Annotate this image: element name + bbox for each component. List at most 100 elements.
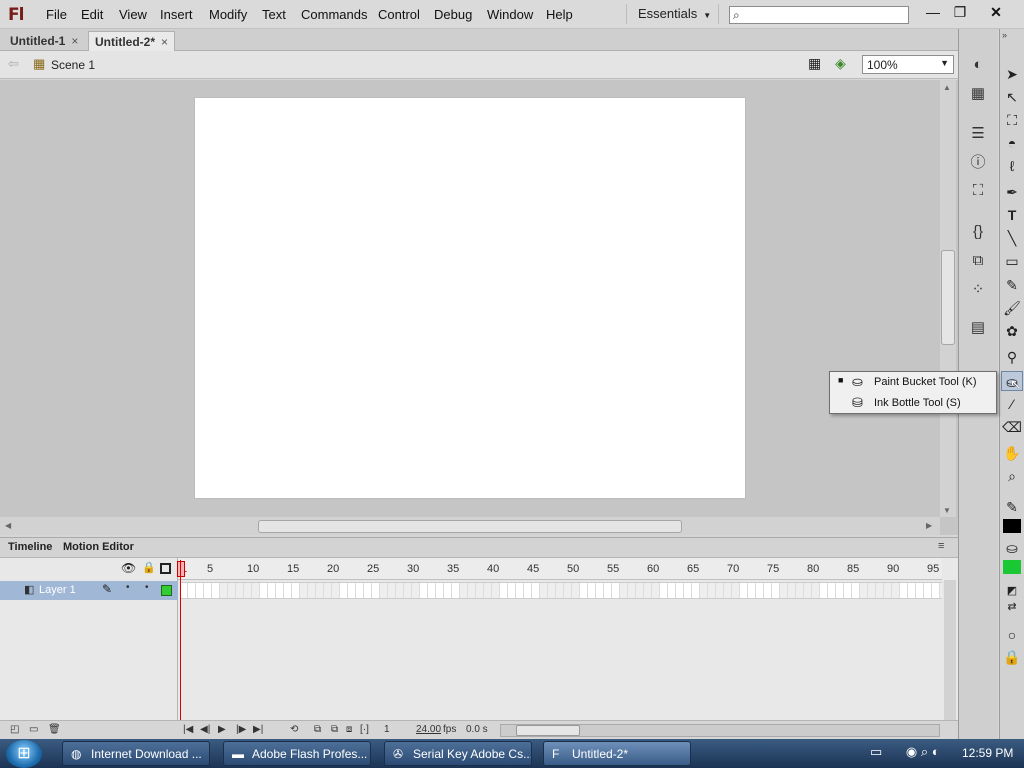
- swatches-panel-icon[interactable]: ▦: [965, 82, 991, 106]
- menu-edit[interactable]: Edit: [81, 7, 103, 22]
- eraser-tool-icon[interactable]: ⌫: [1001, 417, 1023, 437]
- frame-cells[interactable]: [180, 582, 942, 599]
- subselection-tool-icon[interactable]: ↖: [1001, 87, 1023, 107]
- first-frame-icon[interactable]: |◀: [183, 724, 193, 735]
- menu-control[interactable]: Control: [378, 7, 420, 22]
- panel-menu-icon[interactable]: ≡: [938, 540, 944, 552]
- snap-to-objects-icon[interactable]: 🔒: [1001, 647, 1023, 667]
- zoom-tool-icon[interactable]: ⌕: [1001, 466, 1023, 486]
- layer-name[interactable]: Layer 1: [39, 584, 76, 596]
- lock-icon[interactable]: 🔒: [142, 561, 156, 574]
- step-back-icon[interactable]: ◀|: [200, 724, 210, 735]
- task-serial-key[interactable]: ✇ Serial Key Adobe Cs...: [384, 741, 532, 766]
- pencil-tool-icon[interactable]: ✎: [1001, 275, 1023, 295]
- 3d-rotation-tool-icon[interactable]: ◓: [1001, 133, 1023, 153]
- minimize-button[interactable]: —: [922, 2, 944, 22]
- components-panel-icon[interactable]: ⧉: [965, 249, 991, 273]
- properties-panel-icon[interactable]: ▤: [965, 316, 991, 340]
- timeline-scroll-thumb[interactable]: [516, 725, 580, 736]
- hand-tool-icon[interactable]: ✋: [1001, 443, 1023, 463]
- new-folder-icon[interactable]: ▭: [29, 724, 38, 735]
- menu-debug[interactable]: Debug: [434, 7, 472, 22]
- scroll-left-icon[interactable]: ◀: [5, 521, 11, 530]
- play-icon[interactable]: ▶: [218, 724, 226, 735]
- timeline-vertical-scrollbar[interactable]: [944, 580, 956, 720]
- layer-color-swatch[interactable]: [161, 585, 172, 596]
- edit-multiple-frames-icon[interactable]: ⧈: [346, 724, 352, 735]
- deco-tool-icon[interactable]: ✿: [1001, 321, 1023, 341]
- menu-modify[interactable]: Modify: [209, 7, 247, 22]
- new-layer-icon[interactable]: ◰: [10, 724, 19, 735]
- clock[interactable]: 12:59 PM: [962, 746, 1013, 760]
- transform-panel-icon[interactable]: ⛶: [965, 179, 991, 203]
- lock-dot[interactable]: •: [145, 582, 149, 593]
- menu-help[interactable]: Help: [546, 7, 573, 22]
- tab-timeline[interactable]: Timeline: [8, 541, 52, 553]
- edit-scene-icon[interactable]: ▦: [808, 55, 821, 72]
- search-tray-icon[interactable]: ⌕: [921, 744, 928, 759]
- restore-button[interactable]: ❐: [949, 2, 971, 22]
- rectangle-tool-icon[interactable]: ▭: [1001, 251, 1023, 271]
- collapse-panel-icon[interactable]: »: [1002, 30, 1007, 40]
- scene-label[interactable]: Scene 1: [51, 58, 95, 72]
- loop-icon[interactable]: ⟲: [290, 724, 298, 735]
- menu-insert[interactable]: Insert: [160, 7, 193, 22]
- doc-tab-untitled-1[interactable]: Untitled-1 ×: [4, 31, 84, 51]
- step-forward-icon[interactable]: |▶: [236, 724, 246, 735]
- stage-horizontal-scroll-thumb[interactable]: [258, 520, 682, 533]
- menu-view[interactable]: View: [119, 7, 147, 22]
- volume-icon[interactable]: ◐: [932, 744, 940, 759]
- close-tab-icon[interactable]: ×: [161, 35, 168, 49]
- back-arrow-icon[interactable]: ⇦: [8, 56, 19, 72]
- menu-file[interactable]: File: [46, 7, 67, 22]
- frame-ruler[interactable]: 1 5 10 15 20 25 30 35 40 45 50 55 60 65 …: [178, 558, 942, 580]
- text-tool-icon[interactable]: T: [1001, 205, 1023, 225]
- menu-window[interactable]: Window: [487, 7, 533, 22]
- selection-tool-icon[interactable]: ➤: [1001, 64, 1023, 84]
- eye-icon[interactable]: 👁: [121, 561, 136, 575]
- close-button[interactable]: ✕: [985, 2, 1007, 22]
- menu-text[interactable]: Text: [262, 7, 286, 22]
- stage-vertical-scroll-thumb[interactable]: [941, 250, 955, 345]
- eyedropper-tool-icon[interactable]: ⁄: [1001, 394, 1023, 414]
- scroll-up-icon[interactable]: ▲: [943, 83, 951, 92]
- stroke-color-swatch[interactable]: [1003, 519, 1021, 533]
- pen-tool-icon[interactable]: ✒: [1001, 182, 1023, 202]
- last-frame-icon[interactable]: ▶|: [253, 724, 263, 735]
- bone-tool-icon[interactable]: ⚲: [1001, 347, 1023, 367]
- onion-skin-icon[interactable]: ⧉: [314, 724, 321, 735]
- close-tab-icon[interactable]: ×: [71, 34, 78, 48]
- keyboard-icon[interactable]: ▭: [870, 744, 882, 759]
- frame-rate[interactable]: 24.00: [416, 724, 441, 735]
- modify-markers-icon[interactable]: [·]: [360, 724, 369, 735]
- network-icon[interactable]: ◉: [906, 744, 917, 759]
- menu-item-ink-bottle[interactable]: ⛁ Ink Bottle Tool (S): [830, 394, 996, 414]
- playhead-handle[interactable]: [177, 561, 185, 577]
- brush-tool-icon[interactable]: 🖌: [1001, 298, 1023, 318]
- delete-layer-icon[interactable]: 🗑: [48, 724, 61, 735]
- zoom-select[interactable]: 100% ▼: [862, 55, 954, 74]
- fill-color-swatch[interactable]: [1003, 560, 1021, 574]
- onion-outlines-icon[interactable]: ⧉: [331, 724, 338, 735]
- visibility-dot[interactable]: •: [126, 582, 130, 593]
- task-internet-download[interactable]: ◍ Internet Download ...: [62, 741, 210, 766]
- lasso-tool-icon[interactable]: ℓ: [1001, 156, 1023, 176]
- line-tool-icon[interactable]: ╲: [1001, 228, 1023, 248]
- tab-motion-editor[interactable]: Motion Editor: [63, 541, 134, 553]
- stage-canvas[interactable]: [195, 98, 745, 498]
- start-button[interactable]: ⊞: [6, 740, 42, 768]
- info-panel-icon[interactable]: ⓘ: [965, 151, 991, 175]
- free-transform-tool-icon[interactable]: ⛶: [1001, 110, 1023, 130]
- code-snippets-icon[interactable]: {}: [965, 220, 991, 244]
- layer-row[interactable]: ◧ Layer 1 ✎ • •: [0, 581, 178, 600]
- color-panel-icon[interactable]: ◐: [965, 53, 991, 77]
- object-drawing-icon[interactable]: ○: [1001, 625, 1023, 645]
- search-input[interactable]: ⌕: [729, 6, 909, 24]
- menu-item-paint-bucket[interactable]: ■ ⛀ Paint Bucket Tool (K): [830, 373, 996, 393]
- task-untitled-2[interactable]: F Untitled-2*: [543, 741, 691, 766]
- task-adobe-flash-folder[interactable]: ▬ Adobe Flash Profes...: [223, 741, 371, 766]
- swap-colors-icon[interactable]: ⇄: [1001, 597, 1023, 617]
- workspace-switcher[interactable]: Essentials ▼: [638, 6, 711, 21]
- menu-commands[interactable]: Commands: [301, 7, 367, 22]
- scroll-down-icon[interactable]: ▼: [943, 506, 951, 515]
